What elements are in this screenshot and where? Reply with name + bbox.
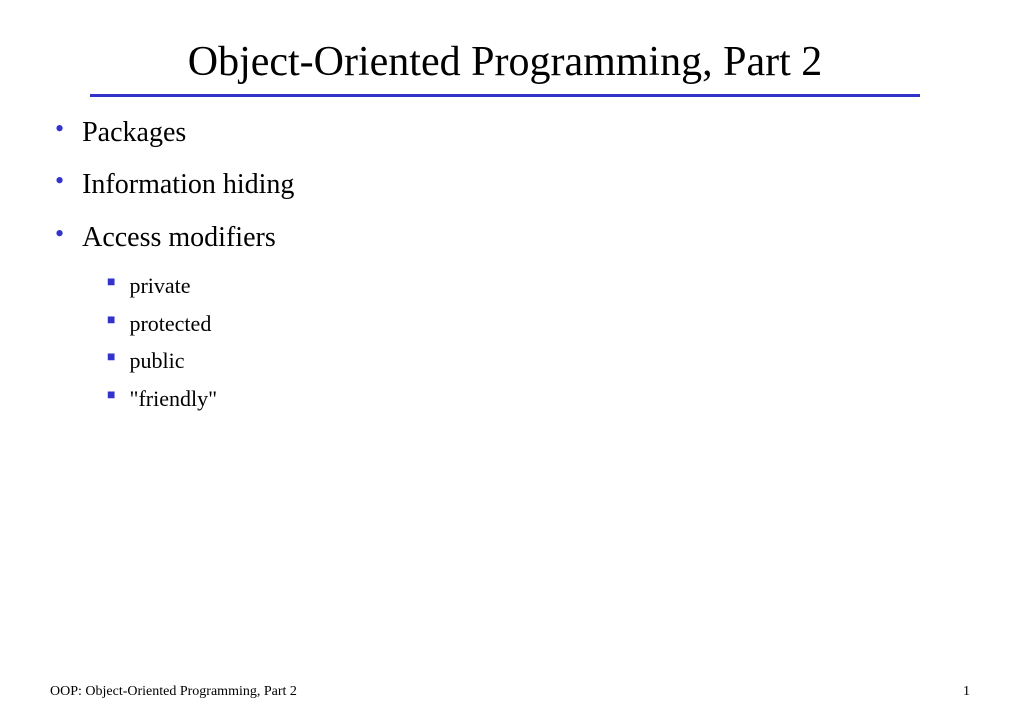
sub-text: "friendly" — [129, 385, 217, 413]
page-number: 1 — [963, 684, 970, 700]
slide-content: • Packages • Information hiding • Access… — [50, 115, 960, 412]
list-item: ■ public — [107, 347, 960, 375]
title-underline — [90, 94, 920, 97]
bullet-icon: • — [55, 222, 64, 246]
square-bullet-icon: ■ — [107, 385, 115, 407]
list-item: • Packages — [55, 115, 960, 151]
sub-text: private — [129, 272, 190, 300]
sub-text: protected — [129, 310, 211, 338]
bullet-icon: • — [55, 117, 64, 141]
list-item: • Access modifiers — [55, 220, 960, 256]
bullet-list: • Packages • Information hiding • Access… — [55, 115, 960, 256]
slide-title: Object-Oriented Programming, Part 2 — [50, 38, 960, 86]
bullet-text: Information hiding — [82, 167, 294, 203]
square-bullet-icon: ■ — [107, 310, 115, 332]
list-item: ■ private — [107, 272, 960, 300]
bullet-icon: • — [55, 169, 64, 193]
square-bullet-icon: ■ — [107, 347, 115, 369]
bullet-text: Access modifiers — [82, 220, 276, 256]
sub-text: public — [129, 347, 184, 375]
sub-list: ■ private ■ protected ■ public ■ "friend… — [107, 272, 960, 412]
list-item: • Information hiding — [55, 167, 960, 203]
square-bullet-icon: ■ — [107, 272, 115, 294]
footer-text: OOP: Object-Oriented Programming, Part 2 — [50, 684, 297, 700]
list-item: ■ protected — [107, 310, 960, 338]
list-item: ■ "friendly" — [107, 385, 960, 413]
bullet-text: Packages — [82, 115, 186, 151]
slide: Object-Oriented Programming, Part 2 • Pa… — [0, 0, 1020, 720]
slide-footer: OOP: Object-Oriented Programming, Part 2… — [50, 684, 970, 700]
